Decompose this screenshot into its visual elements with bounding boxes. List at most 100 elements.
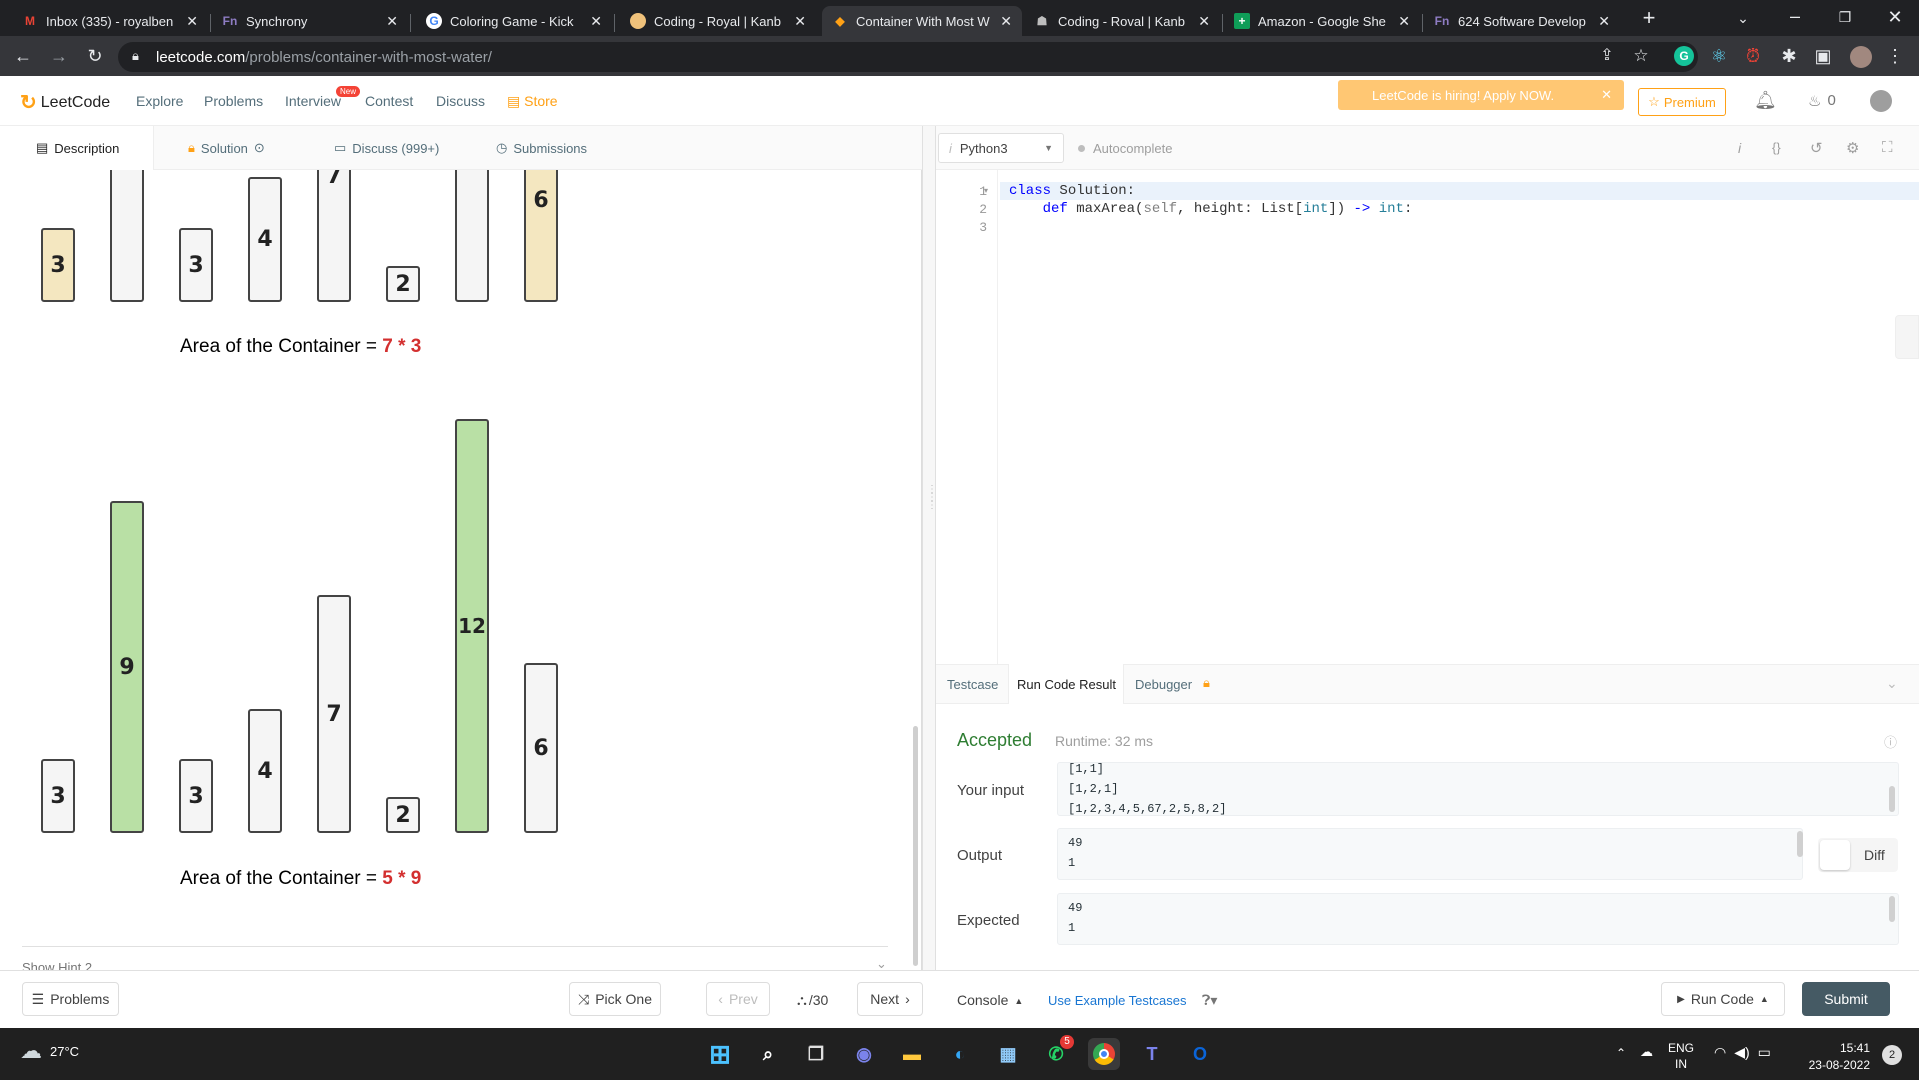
grammarly-icon[interactable]: G	[1674, 46, 1694, 66]
reload-icon[interactable]: ↻	[84, 46, 106, 66]
teams-chat-icon[interactable]: ◉	[848, 1038, 880, 1070]
next-button[interactable]: Next ›	[857, 982, 923, 1016]
reset-icon[interactable]: ↺	[1810, 139, 1823, 157]
chevron-down-icon[interactable]: ⌄	[1886, 675, 1898, 692]
weather-widget[interactable]: ☁ 27°C	[20, 1038, 79, 1064]
close-icon[interactable]: ✕	[1598, 13, 1610, 30]
nav-contest[interactable]: Contest	[365, 93, 413, 109]
notification-bell-icon[interactable]: 🔔︎	[1754, 90, 1777, 111]
tab-submissions[interactable]: ◷ Submissions	[496, 140, 587, 156]
premium-button[interactable]: ☆ Premium	[1638, 88, 1726, 116]
tab-search-icon[interactable]: ⌄	[1732, 8, 1754, 28]
close-icon[interactable]: ✕	[1198, 13, 1210, 30]
system-tray[interactable]: ◠ ◀) ▭	[1714, 1044, 1771, 1061]
chevron-down-icon[interactable]: ⌄	[876, 956, 887, 970]
address-bar[interactable]: 🔒︎ leetcode.com/problems/container-with-…	[118, 42, 1698, 72]
pick-one-button[interactable]: ⤨ Pick One	[569, 982, 661, 1016]
browser-tab-coloring[interactable]: G Coloring Game - Kick ✕	[416, 6, 612, 36]
alarm-icon[interactable]: ⏰︎	[1742, 46, 1764, 66]
user-avatar[interactable]	[1870, 90, 1892, 112]
notification-badge[interactable]: 2	[1882, 1045, 1902, 1065]
close-icon[interactable]: ✕	[1000, 13, 1012, 30]
close-icon[interactable]: ✕	[386, 13, 398, 30]
run-code-button[interactable]: ▶ Run Code ▲	[1661, 982, 1785, 1016]
tab-discuss[interactable]: ▭ Discuss (999+)	[334, 140, 439, 156]
tab-debugger[interactable]: Debugger	[1135, 677, 1192, 692]
close-icon[interactable]: ✕	[186, 13, 198, 30]
nav-discuss[interactable]: Discuss	[436, 93, 485, 109]
console-toggle[interactable]: Console ▲	[957, 992, 1023, 1008]
hiring-banner[interactable]: LeetCode is hiring! Apply NOW. ✕	[1338, 80, 1624, 110]
scrollbar[interactable]	[1889, 786, 1895, 812]
browser-tab-software-dev[interactable]: Fn 624 Software Develop ✕	[1424, 6, 1620, 36]
problems-button[interactable]: ☰ Problems	[22, 982, 119, 1016]
prev-button[interactable]: ‹ Prev	[706, 982, 770, 1016]
show-hint-link[interactable]: Show Hint 2	[22, 960, 92, 970]
streak-counter[interactable]: ♨ 0	[1808, 92, 1836, 110]
fullscreen-icon[interactable]: ⛶	[1882, 139, 1893, 156]
task-view-icon[interactable]: ❐	[800, 1038, 832, 1070]
browser-tab-leetcode[interactable]: ◆ Container With Most W ✕	[822, 6, 1022, 36]
tab-run-code-result[interactable]: Run Code Result	[1017, 677, 1116, 692]
close-icon[interactable]: ✕	[590, 13, 602, 30]
chrome-icon[interactable]	[1088, 1038, 1120, 1070]
scrollbar[interactable]	[913, 726, 918, 966]
leetcode-logo[interactable]: ↻ LeetCode	[20, 90, 110, 115]
nav-problems[interactable]: Problems	[204, 93, 263, 109]
fold-arrow-icon[interactable]: ▾	[984, 186, 988, 195]
onedrive-icon[interactable]: ☁	[1640, 1044, 1653, 1060]
browser-menu-icon[interactable]: ⋮	[1884, 46, 1906, 66]
scrollbar[interactable]	[1889, 896, 1895, 922]
browser-tab-coding-2[interactable]: ☗ Coding - Roval | Kanb ✕	[1024, 6, 1220, 36]
side-panel-tab[interactable]	[1895, 315, 1919, 359]
profile-avatar[interactable]	[1850, 46, 1872, 68]
close-icon[interactable]: ✕	[1601, 87, 1612, 103]
tab-solution[interactable]: 🔒︎ Solution ⊙	[188, 140, 265, 156]
restore-icon[interactable]: ❐	[1834, 7, 1856, 27]
forward-icon[interactable]: →	[48, 46, 70, 66]
clock[interactable]: 15:41 23-08-2022	[1800, 1040, 1870, 1074]
window-close-icon[interactable]: ✕	[1884, 7, 1906, 27]
extensions-icon[interactable]: ✱	[1778, 46, 1800, 66]
autocomplete-toggle[interactable]: Autocomplete	[1078, 141, 1173, 156]
braces-icon[interactable]: {}	[1772, 140, 1781, 155]
browser-tab-amazon-sheet[interactable]: + Amazon - Google She ✕	[1224, 6, 1420, 36]
outlook-icon[interactable]: O	[1184, 1038, 1216, 1070]
side-panel-icon[interactable]: ▣	[1812, 46, 1834, 66]
tab-testcase[interactable]: Testcase	[947, 677, 998, 692]
photos-icon[interactable]: ▦	[992, 1038, 1024, 1070]
settings-icon[interactable]: ⚙	[1846, 139, 1859, 157]
nav-interview[interactable]: Interview	[285, 93, 341, 109]
code-editor[interactable]	[936, 170, 1919, 664]
nav-store[interactable]: ▤ Store	[507, 93, 558, 110]
submit-button[interactable]: Submit	[1802, 982, 1890, 1016]
browser-tab-synchrony[interactable]: Fn Synchrony ✕	[212, 6, 408, 36]
windows-start-icon[interactable]: ⊞	[704, 1038, 736, 1070]
back-icon[interactable]: ←	[12, 46, 34, 66]
info-icon[interactable]: i	[1738, 140, 1741, 156]
panel-resize-handle[interactable]: ⋮ ⋮ ⋮	[922, 126, 937, 970]
help-dropdown-icon[interactable]: ❓︎▾	[1202, 992, 1217, 1009]
scrollbar[interactable]	[1797, 831, 1803, 857]
browser-tab-gmail[interactable]: M Inbox (335) - royalben ✕	[12, 6, 208, 36]
new-tab-icon[interactable]: +	[1638, 7, 1660, 29]
close-icon[interactable]: ✕	[794, 13, 806, 30]
bookmark-star-icon[interactable]: ☆	[1630, 46, 1652, 66]
teams-icon[interactable]: T	[1136, 1038, 1168, 1070]
use-example-testcases-link[interactable]: Use Example Testcases	[1048, 993, 1187, 1008]
language-select[interactable]: i Python3 ▼	[938, 133, 1064, 163]
tray-chevron-up-icon[interactable]: ⌃	[1616, 1046, 1626, 1060]
minimize-icon[interactable]: –	[1784, 6, 1806, 26]
search-icon[interactable]: ⌕	[752, 1038, 784, 1070]
tab-description[interactable]: ▤ Description	[36, 140, 119, 156]
react-devtools-icon[interactable]: ⚛	[1708, 46, 1730, 66]
close-icon[interactable]: ✕	[1398, 13, 1410, 30]
help-icon[interactable]: ⓘ	[1884, 732, 1897, 751]
language-indicator[interactable]: ENG IN	[1668, 1040, 1694, 1072]
share-icon[interactable]: ⇪	[1596, 46, 1618, 66]
browser-tab-coding[interactable]: Coding - Royal | Kanb ✕	[620, 6, 816, 36]
diff-toggle[interactable]: Diff	[1818, 838, 1898, 872]
edge-icon[interactable]: ◐	[944, 1038, 976, 1070]
file-explorer-icon[interactable]: ▬	[896, 1038, 928, 1070]
nav-explore[interactable]: Explore	[136, 93, 183, 109]
